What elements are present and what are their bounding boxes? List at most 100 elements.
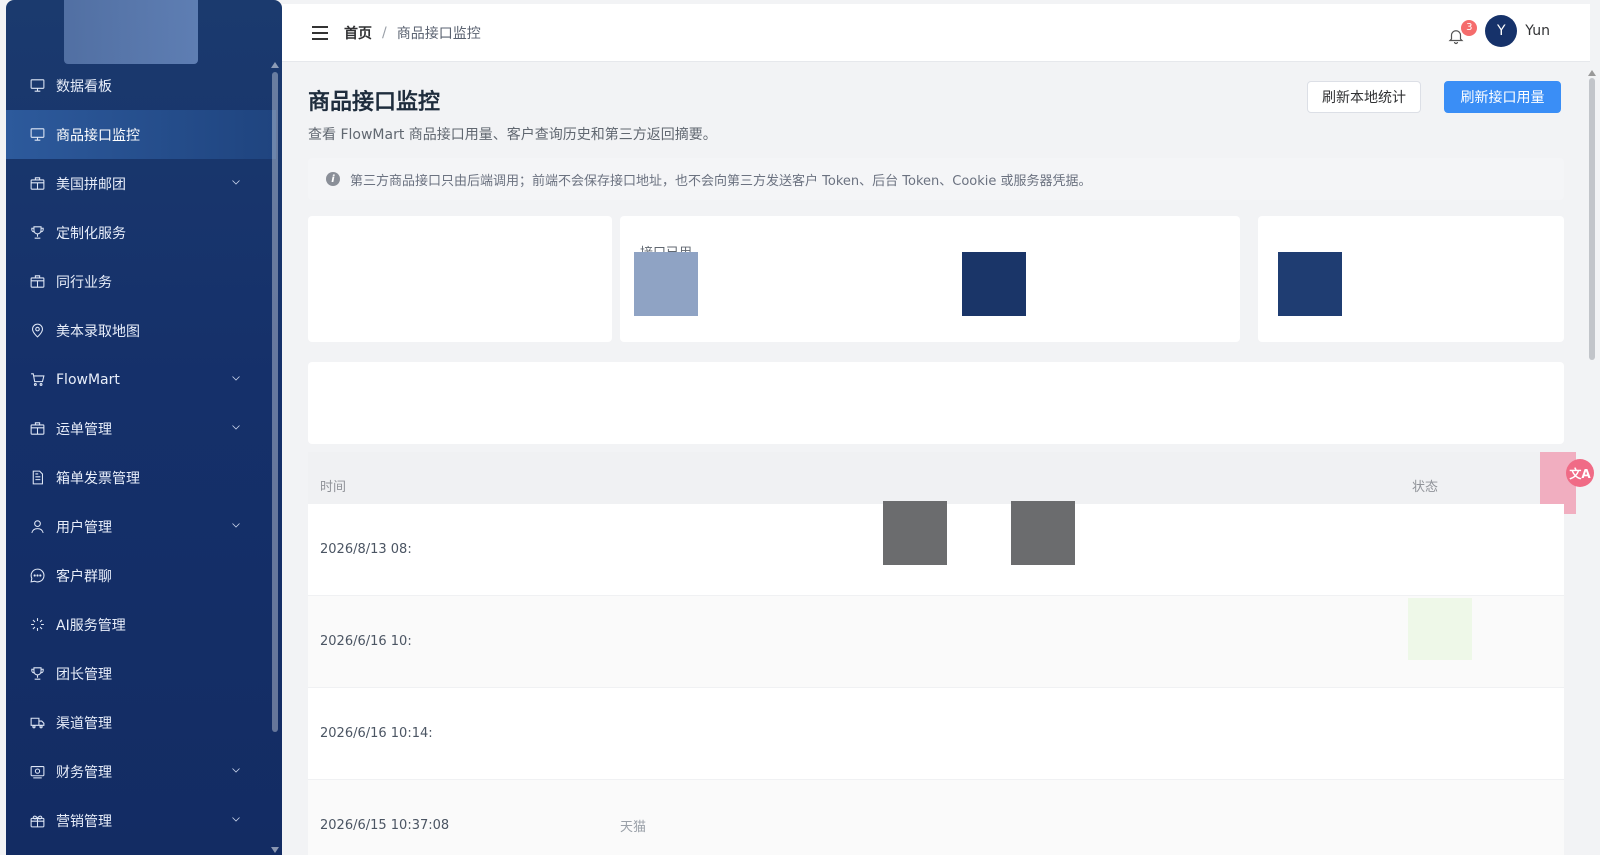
translate-icon[interactable]: 文A [1566, 459, 1594, 487]
column-header-time: 时间 [320, 480, 347, 495]
sidebar-item-label: 商品接口监控 [56, 127, 140, 144]
notification-badge: 3 [1461, 20, 1478, 36]
truck-icon [28, 714, 46, 732]
sidebar-item-label: 运单管理 [56, 421, 112, 438]
page-subtitle: 查看 FlowMart 商品接口用量、客户查询历史和第三方返回摘要。 [308, 127, 717, 143]
trophy-icon [28, 224, 46, 242]
monitor-icon [28, 77, 46, 95]
refresh-local-stats-button[interactable]: 刷新本地统计 [1307, 81, 1421, 113]
sidebar-item-marketing[interactable]: 营销管理 [6, 796, 276, 845]
stat-card [308, 216, 612, 342]
username[interactable]: Yun [1525, 23, 1550, 39]
table-row[interactable]: 2026/6/15 10:37:08 天猫 [308, 780, 1564, 855]
sidebar-item-packing-invoice[interactable]: 箱单发票管理 [6, 453, 276, 502]
sidebar-item-custom-service[interactable]: 定制化服务 [6, 208, 276, 257]
sidebar-item-label: 客户群聊 [56, 568, 112, 585]
breadcrumb-current: 商品接口监控 [396, 25, 481, 42]
breadcrumb-separator: / [382, 24, 387, 41]
sidebar-menu: 数据看板 商品接口监控 美国拼邮团 定制化服务 同行业务 美本录取地图 Flow… [6, 61, 276, 845]
status-tag [1408, 598, 1472, 660]
loader-icon [28, 616, 46, 634]
sidebar-item-finance[interactable]: 财务管理 [6, 747, 276, 796]
sidebar-item-flowmart[interactable]: FlowMart [6, 355, 276, 404]
sidebar-item-label: 美国拼邮团 [56, 176, 126, 193]
monitor-icon [28, 126, 46, 144]
cell-time: 2026/6/15 10:37:08 [320, 818, 450, 833]
redacted-block [962, 252, 1026, 316]
sidebar-item-label: 美本录取地图 [56, 323, 140, 340]
cell-source: 天猫 [620, 820, 647, 835]
sidebar-item-us-group[interactable]: 美国拼邮团 [6, 159, 276, 208]
filter-panel [308, 362, 1564, 444]
document-icon [28, 469, 46, 487]
sidebar-item-peer-business[interactable]: 同行业务 [6, 257, 276, 306]
sidebar-item-label: 用户管理 [56, 519, 112, 536]
sidebar-item-dashboard[interactable]: 数据看板 [6, 61, 276, 110]
table-row[interactable]: 2026/8/13 08: [308, 501, 1564, 596]
sidebar-item-label: 数据看板 [56, 78, 112, 95]
page-title: 商品接口监控 [308, 90, 441, 115]
info-icon: i [326, 172, 340, 186]
sidebar-scrollbar[interactable] [272, 72, 278, 732]
redacted-block [883, 501, 947, 565]
chevron-down-icon [230, 813, 244, 827]
stat-card [1258, 216, 1564, 342]
sidebar-item-label: 定制化服务 [56, 225, 126, 242]
query-history-table: 时间 状态 2026/8/13 08: 2026/6/16 10: 2026/6… [308, 452, 1576, 855]
refresh-api-usage-button[interactable]: 刷新接口用量 [1444, 81, 1561, 113]
sidebar-item-label: 渠道管理 [56, 715, 112, 732]
scrollbar-thumb[interactable] [1589, 78, 1595, 360]
table-header: 时间 状态 [308, 452, 1576, 514]
sidebar-item-admission-map[interactable]: 美本录取地图 [6, 306, 276, 355]
sidebar-item-channel[interactable]: 渠道管理 [6, 698, 276, 747]
sidebar-item-users[interactable]: 用户管理 [6, 502, 276, 551]
info-notice: i 第三方商品接口只由后端调用；前端不会保存接口地址，也不会向第三方发送客户 T… [308, 158, 1564, 200]
sidebar: 数据看板 商品接口监控 美国拼邮团 定制化服务 同行业务 美本录取地图 Flow… [6, 0, 282, 855]
avatar[interactable]: Y [1485, 15, 1518, 47]
redacted-block [634, 252, 698, 316]
main-content: 商品接口监控 查看 FlowMart 商品接口用量、客户查询历史和第三方返回摘要… [282, 62, 1590, 855]
redacted-block [1278, 252, 1342, 316]
sidebar-item-leader[interactable]: 团长管理 [6, 649, 276, 698]
package-icon [28, 175, 46, 193]
scroll-up-arrow[interactable] [1588, 70, 1596, 76]
package-icon [28, 273, 46, 291]
chevron-down-icon [230, 764, 244, 778]
map-pin-icon [28, 322, 46, 340]
menu-toggle-icon[interactable] [312, 25, 328, 40]
header-actions: 3 Y Yun [1447, 15, 1550, 47]
sidebar-item-label: 箱单发票管理 [56, 470, 140, 487]
table-row[interactable]: 2026/6/16 10: [308, 596, 1564, 688]
sidebar-item-ai-service[interactable]: AI服务管理 [6, 600, 276, 649]
sidebar-item-label: FlowMart [56, 371, 120, 388]
stat-card-api-usage: 接口已用 [620, 216, 1240, 342]
cell-time: 2026/8/13 08: [320, 542, 412, 557]
column-header-status: 状态 [1412, 480, 1439, 495]
sidebar-item-product-api-monitor[interactable]: 商品接口监控 [6, 110, 276, 159]
chevron-down-icon [230, 421, 244, 435]
user-icon [28, 518, 46, 536]
notice-text: 第三方商品接口只由后端调用；前端不会保存接口地址，也不会向第三方发送客户 Tok… [350, 173, 1092, 189]
chat-icon [28, 567, 46, 585]
sidebar-item-waybill[interactable]: 运单管理 [6, 404, 276, 453]
gift-icon [28, 812, 46, 830]
notification-button[interactable]: 3 [1447, 20, 1478, 45]
finance-icon [28, 763, 46, 781]
table-row[interactable]: 2026/6/16 10:14: [308, 688, 1564, 780]
chevron-down-icon [230, 176, 244, 190]
cell-time: 2026/6/16 10: [320, 634, 412, 649]
breadcrumb-home[interactable]: 首页 [344, 23, 372, 43]
sidebar-item-customer-chat[interactable]: 客户群聊 [6, 551, 276, 600]
trophy-icon [28, 665, 46, 683]
sidebar-scroll-up-arrow[interactable] [271, 62, 279, 68]
sidebar-scroll-down-arrow[interactable] [271, 847, 279, 853]
breadcrumb: 首页 / 商品接口监控 [344, 23, 481, 43]
cart-icon [28, 371, 46, 389]
chevron-down-icon [230, 519, 244, 533]
logo [64, 0, 198, 64]
sidebar-item-label: 同行业务 [56, 274, 112, 291]
sidebar-item-label: 营销管理 [56, 813, 112, 830]
sidebar-item-label: 财务管理 [56, 764, 112, 781]
sidebar-item-label: AI服务管理 [56, 617, 126, 634]
chevron-down-icon [230, 372, 244, 386]
